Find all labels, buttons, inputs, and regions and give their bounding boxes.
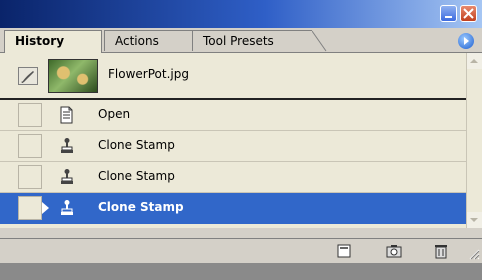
history-state-label: Clone Stamp xyxy=(98,138,175,152)
snapshot-filename: FlowerPot.jpg xyxy=(108,67,189,81)
vertical-scrollbar[interactable] xyxy=(466,53,482,228)
history-state-label: Open xyxy=(98,107,131,121)
history-state-slider[interactable] xyxy=(42,202,49,214)
minimize-button[interactable] xyxy=(440,5,457,22)
new-document-from-state-icon[interactable] xyxy=(335,243,353,259)
clone-stamp-icon xyxy=(61,200,73,215)
history-brush-icon xyxy=(21,71,34,83)
history-list: FlowerPot.jpg Open Clone Stamp Clone Sta… xyxy=(0,53,466,228)
tab-tool-presets[interactable]: Tool Presets xyxy=(192,30,312,51)
resize-grip-icon[interactable] xyxy=(466,246,480,260)
history-state-label: Clone Stamp xyxy=(98,169,175,183)
history-brush-source-toggle[interactable] xyxy=(18,134,42,158)
close-button[interactable] xyxy=(460,5,477,22)
history-state-label: Clone Stamp xyxy=(98,200,184,214)
panel-toolbar xyxy=(0,238,482,263)
tab-strip: History Actions Tool Presets xyxy=(0,28,482,53)
close-icon xyxy=(463,8,474,19)
scroll-up-button[interactable] xyxy=(467,53,482,69)
tab-edge xyxy=(312,30,327,52)
history-state-row[interactable]: Open xyxy=(0,100,466,131)
snapshot-thumbnail xyxy=(48,59,98,93)
history-brush-source-toggle[interactable] xyxy=(18,67,38,85)
history-state-row[interactable]: Clone Stamp xyxy=(0,162,466,193)
history-brush-source-toggle[interactable] xyxy=(18,196,42,220)
snapshot-row[interactable]: FlowerPot.jpg xyxy=(0,53,466,100)
history-state-row[interactable]: Clone Stamp xyxy=(0,131,466,162)
history-brush-source-toggle[interactable] xyxy=(18,165,42,189)
history-panel: History Actions Tool Presets FlowerPot.j… xyxy=(0,0,482,263)
create-snapshot-icon[interactable] xyxy=(385,243,403,259)
clone-stamp-icon xyxy=(61,138,73,153)
panel-menu-button[interactable] xyxy=(458,33,474,49)
tab-history[interactable]: History xyxy=(4,30,102,53)
delete-icon[interactable] xyxy=(432,243,450,259)
history-state-row-selected[interactable]: Clone Stamp xyxy=(0,193,466,224)
scroll-down-button[interactable] xyxy=(467,212,482,228)
clone-stamp-icon xyxy=(61,169,73,184)
title-bar xyxy=(0,0,482,28)
tab-actions[interactable]: Actions xyxy=(104,30,192,51)
open-document-icon xyxy=(60,106,73,124)
history-brush-source-toggle[interactable] xyxy=(18,103,42,127)
